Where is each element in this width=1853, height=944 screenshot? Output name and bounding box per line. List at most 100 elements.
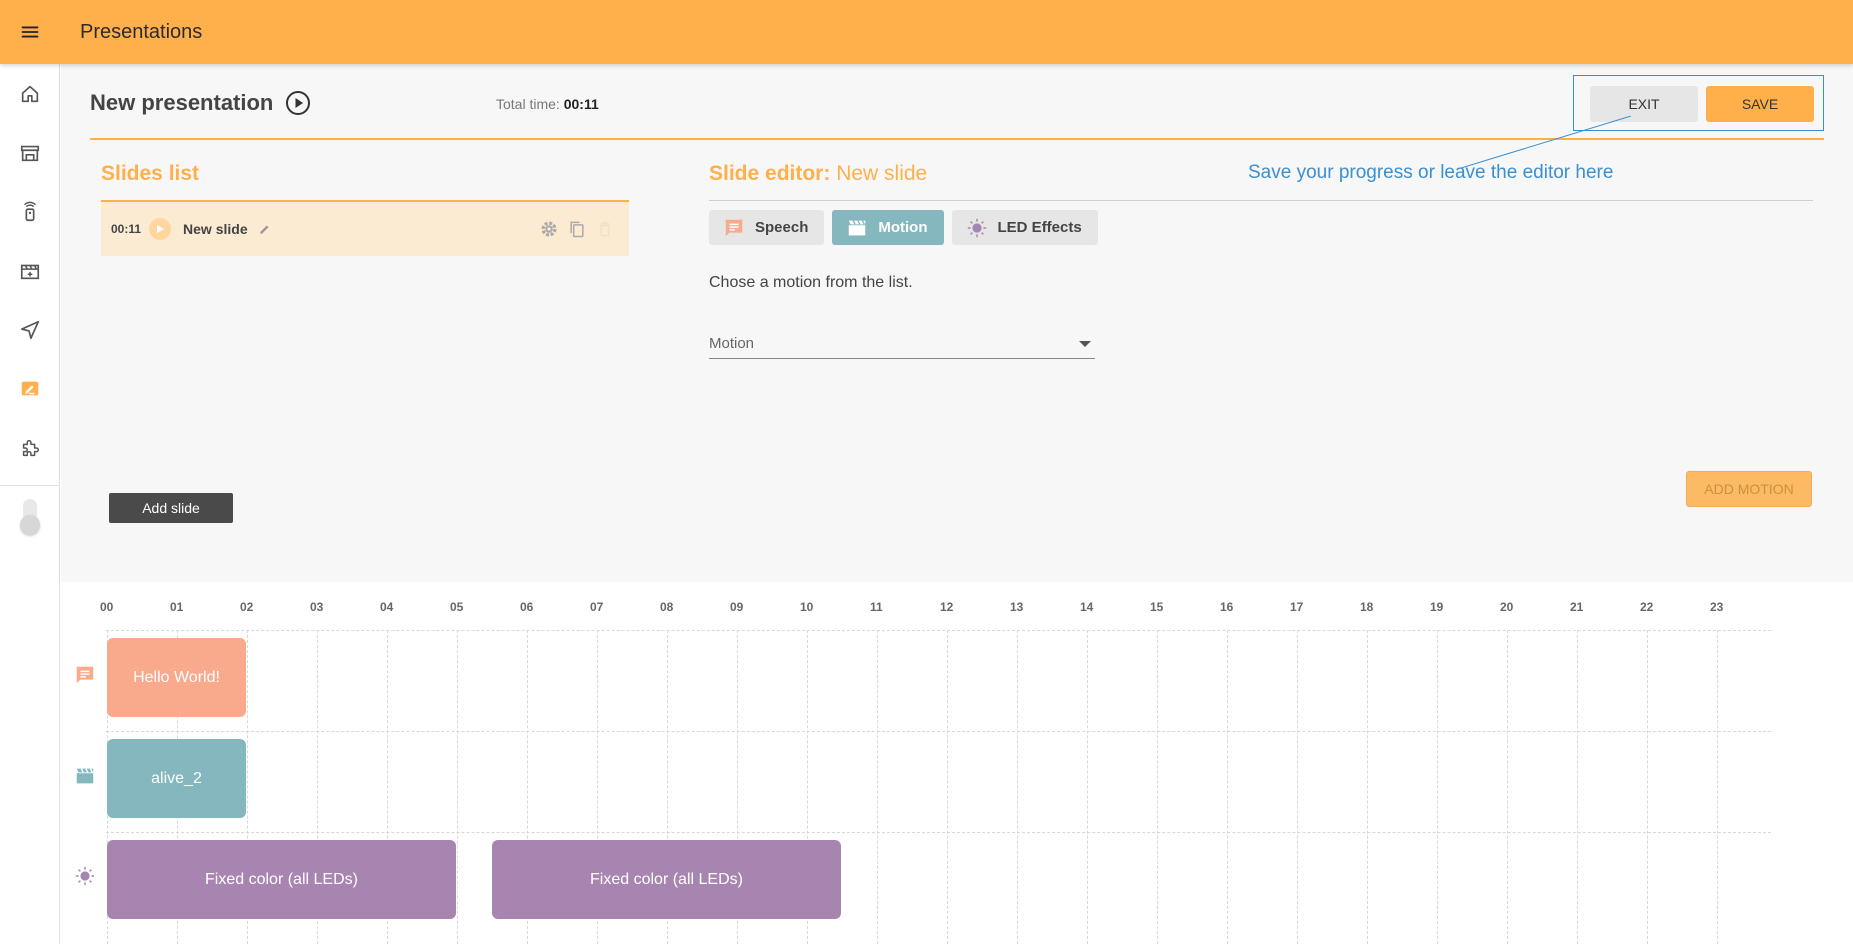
timeline-gridline	[1647, 630, 1648, 944]
timeline-tick-19: 19	[1430, 600, 1444, 614]
sidebar-item-store[interactable]	[0, 123, 60, 182]
timeline-tick-05: 05	[450, 600, 464, 614]
slide-item[interactable]: 00:11 New slide	[101, 200, 629, 256]
timeline-row-divider	[106, 630, 1771, 631]
editor-tabs: Speech Motion LED Effects	[709, 210, 1098, 245]
slide-editor-label: Slide editor:	[709, 162, 831, 185]
led-icon	[967, 218, 986, 237]
timeline-tick-01: 01	[170, 600, 184, 614]
slide-duration: 00:11	[111, 222, 142, 236]
tab-led-label: LED Effects	[997, 219, 1082, 236]
sidebar	[0, 64, 60, 944]
timeline-tick-02: 02	[240, 600, 254, 614]
timeline-gridline	[1087, 630, 1088, 944]
timeline-gridline	[877, 630, 878, 944]
led-block-0[interactable]: Fixed color (all LEDs)	[107, 840, 456, 919]
timeline-tick-00: 00	[100, 600, 114, 614]
timeline-tick-17: 17	[1290, 600, 1304, 614]
sidebar-item-remote[interactable]	[0, 182, 60, 241]
copy-icon[interactable]	[567, 219, 587, 239]
timeline-gridline	[1717, 630, 1718, 944]
timeline-gridline	[1577, 630, 1578, 944]
film-add-icon	[20, 264, 40, 279]
timeline-gridline	[1297, 630, 1298, 944]
gear-icon[interactable]	[539, 219, 559, 239]
add-motion-button[interactable]: ADD MOTION	[1686, 471, 1812, 507]
timeline-tick-03: 03	[310, 600, 324, 614]
timeline-tick-12: 12	[940, 600, 954, 614]
sidebar-item-presentations[interactable]	[0, 359, 60, 418]
home-icon	[21, 85, 39, 102]
editor-divider	[709, 200, 1813, 201]
slide-name: New slide	[183, 221, 248, 237]
save-button[interactable]: SAVE	[1706, 86, 1814, 122]
led-track-icon	[75, 866, 95, 886]
timeline-gridline	[1367, 630, 1368, 944]
tab-motion[interactable]: Motion	[832, 210, 944, 245]
play-icon	[157, 225, 165, 233]
timeline-tick-10: 10	[800, 600, 814, 614]
motion-select[interactable]: Motion	[709, 329, 1095, 359]
app-title: Presentations	[80, 20, 203, 43]
send-icon	[20, 320, 40, 339]
timeline-tick-23: 23	[1710, 600, 1724, 614]
remote-icon	[24, 201, 36, 221]
timeline-tick-09: 09	[730, 600, 744, 614]
motion-block-0[interactable]: alive_2	[107, 739, 246, 818]
callout-text: Save your progress or leave the editor h…	[1248, 162, 1614, 183]
timeline: 00 01 02 03 04 05 06 07 08 09 10 11 12 13 14 15 16 17 18 19…	[61, 582, 1853, 944]
slide-editor-name: New slide	[836, 162, 928, 185]
theme-toggle[interactable]	[0, 486, 60, 546]
play-presentation-icon[interactable]	[285, 90, 311, 116]
speech-block-0[interactable]: Hello World!	[107, 638, 246, 717]
timeline-gridline	[1507, 630, 1508, 944]
slide-play-button[interactable]	[149, 218, 172, 240]
timeline-gridline	[947, 630, 948, 944]
timeline-tick-16: 16	[1220, 600, 1234, 614]
add-slide-button[interactable]: Add slide	[109, 493, 233, 523]
timeline-tick-15: 15	[1150, 600, 1164, 614]
sidebar-item-extensions[interactable]	[0, 418, 60, 477]
timeline-tick-14: 14	[1080, 600, 1094, 614]
slides-list-heading: Slides list	[101, 162, 200, 185]
hamburger-menu-icon	[21, 26, 39, 38]
timeline-tick-11: 11	[870, 600, 883, 614]
motion-icon	[849, 219, 866, 235]
timeline-gridline	[1227, 630, 1228, 944]
timeline-tick-18: 18	[1360, 600, 1374, 614]
timeline-tick-22: 22	[1640, 600, 1654, 614]
toggle-track	[20, 499, 40, 535]
timeline-gridline	[457, 630, 458, 944]
menu-button[interactable]	[0, 0, 60, 64]
motion-instruction: Chose a motion from the list.	[709, 274, 913, 291]
timeline-tick-13: 13	[1010, 600, 1024, 614]
toggle-knob	[20, 515, 40, 535]
slide-editor-heading: Slide editor: New slide	[709, 162, 927, 186]
tab-speech-label: Speech	[755, 219, 809, 236]
slide-actions	[539, 219, 615, 239]
speech-icon	[725, 219, 743, 236]
timeline-tick-04: 04	[380, 600, 394, 614]
delete-icon[interactable]	[595, 219, 615, 239]
total-time: Total time: 00:11	[496, 96, 599, 112]
led-block-1[interactable]: Fixed color (all LEDs)	[492, 840, 841, 919]
top-app-bar: Presentations	[0, 0, 1853, 64]
timeline-gridline	[1157, 630, 1158, 944]
chevron-down-icon	[1079, 340, 1091, 347]
timeline-tick-20: 20	[1500, 600, 1514, 614]
timeline-tick-06: 06	[520, 600, 534, 614]
tab-motion-label: Motion	[878, 219, 928, 236]
pencil-icon[interactable]	[258, 222, 272, 236]
sidebar-item-home[interactable]	[0, 64, 60, 123]
tab-led-effects[interactable]: LED Effects	[951, 210, 1098, 245]
store-icon	[20, 145, 40, 161]
tab-speech[interactable]: Speech	[709, 210, 825, 245]
speech-track-icon	[76, 666, 94, 684]
timeline-gridline	[1017, 630, 1018, 944]
timeline-tick-07: 07	[590, 600, 604, 614]
sidebar-item-navigation[interactable]	[0, 300, 60, 359]
presentation-edit-icon	[21, 381, 39, 395]
total-time-label: Total time:	[496, 96, 560, 112]
motion-select-value: Motion	[709, 335, 755, 352]
sidebar-item-choregraphies[interactable]	[0, 241, 60, 300]
